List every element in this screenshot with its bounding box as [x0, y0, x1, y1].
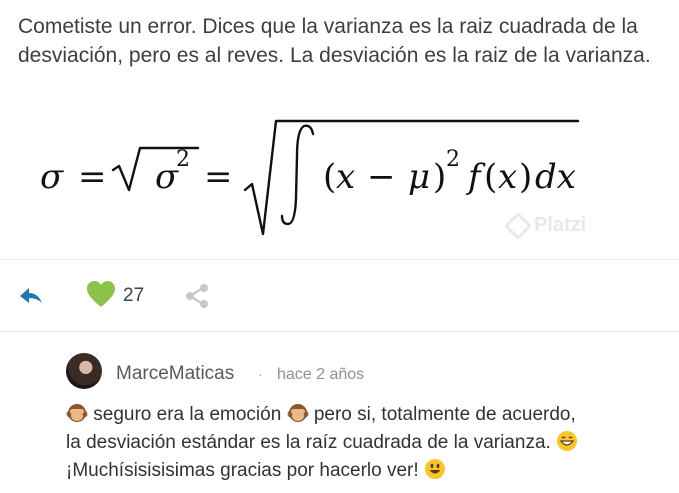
share-button[interactable] — [183, 282, 211, 310]
comment-actions: 27 — [0, 276, 679, 316]
reply-button[interactable] — [16, 282, 46, 310]
reply-line: la desviación estándar es la raíz cuadra… — [66, 429, 666, 457]
platzi-logo-icon — [503, 211, 533, 240]
svg-text:dx: dx — [535, 157, 576, 197]
reply-body: seguro era la emoción pero si, totalment… — [66, 401, 666, 485]
svg-text:2: 2 — [446, 147, 460, 172]
comment-thread: Cometiste un error. Dices que la varianz… — [0, 0, 679, 493]
see-no-evil-monkey-icon — [287, 404, 309, 422]
svg-text:=: = — [204, 157, 233, 197]
reply-arrow-icon — [20, 288, 42, 303]
like-button[interactable] — [86, 280, 116, 310]
reply-text-part: ¡Muchísisisisimas gracias por hacerlo ve… — [66, 460, 419, 481]
reply-line: seguro era la emoción pero si, totalment… — [66, 401, 666, 429]
watermark-text: Platzi — [534, 214, 587, 236]
separator-dot: · — [258, 366, 263, 382]
divider — [0, 331, 679, 332]
svg-text:σ: σ — [40, 157, 64, 197]
svg-text:): ) — [519, 157, 532, 197]
svg-text:2: 2 — [176, 147, 190, 172]
svg-text:x: x — [498, 157, 517, 197]
share-icon — [186, 284, 208, 308]
avatar[interactable] — [66, 353, 102, 389]
svg-text:−: − — [367, 157, 396, 197]
timestamp: hace 2 años — [277, 366, 365, 383]
smiling-face-icon — [424, 459, 445, 479]
heart-icon — [87, 281, 115, 307]
comment-body: Cometiste un error. Dices que la varianz… — [18, 15, 651, 67]
svg-text:f: f — [465, 157, 486, 197]
svg-text:=: = — [78, 157, 107, 197]
svg-text:μ: μ — [408, 157, 430, 197]
reply-text-part: pero si, totalmente de acuerdo, — [313, 404, 576, 425]
like-count: 27 — [123, 285, 145, 306]
see-no-evil-monkey-icon — [66, 404, 88, 422]
svg-text:x: x — [336, 157, 355, 197]
reply-text-part: seguro era la emoción — [93, 404, 282, 425]
svg-text:(: ( — [323, 157, 336, 197]
divider — [0, 259, 679, 260]
platzi-watermark: Platzi — [503, 211, 587, 240]
svg-text:(: ( — [484, 157, 497, 197]
svg-text:): ) — [433, 157, 446, 197]
reply-line: ¡Muchísisisisimas gracias por hacerlo ve… — [66, 457, 666, 485]
grinning-face-icon — [557, 431, 578, 451]
username[interactable]: MarceMaticas — [116, 363, 234, 385]
reply-text-part: la desviación estándar es la raíz cuadra… — [66, 432, 551, 453]
